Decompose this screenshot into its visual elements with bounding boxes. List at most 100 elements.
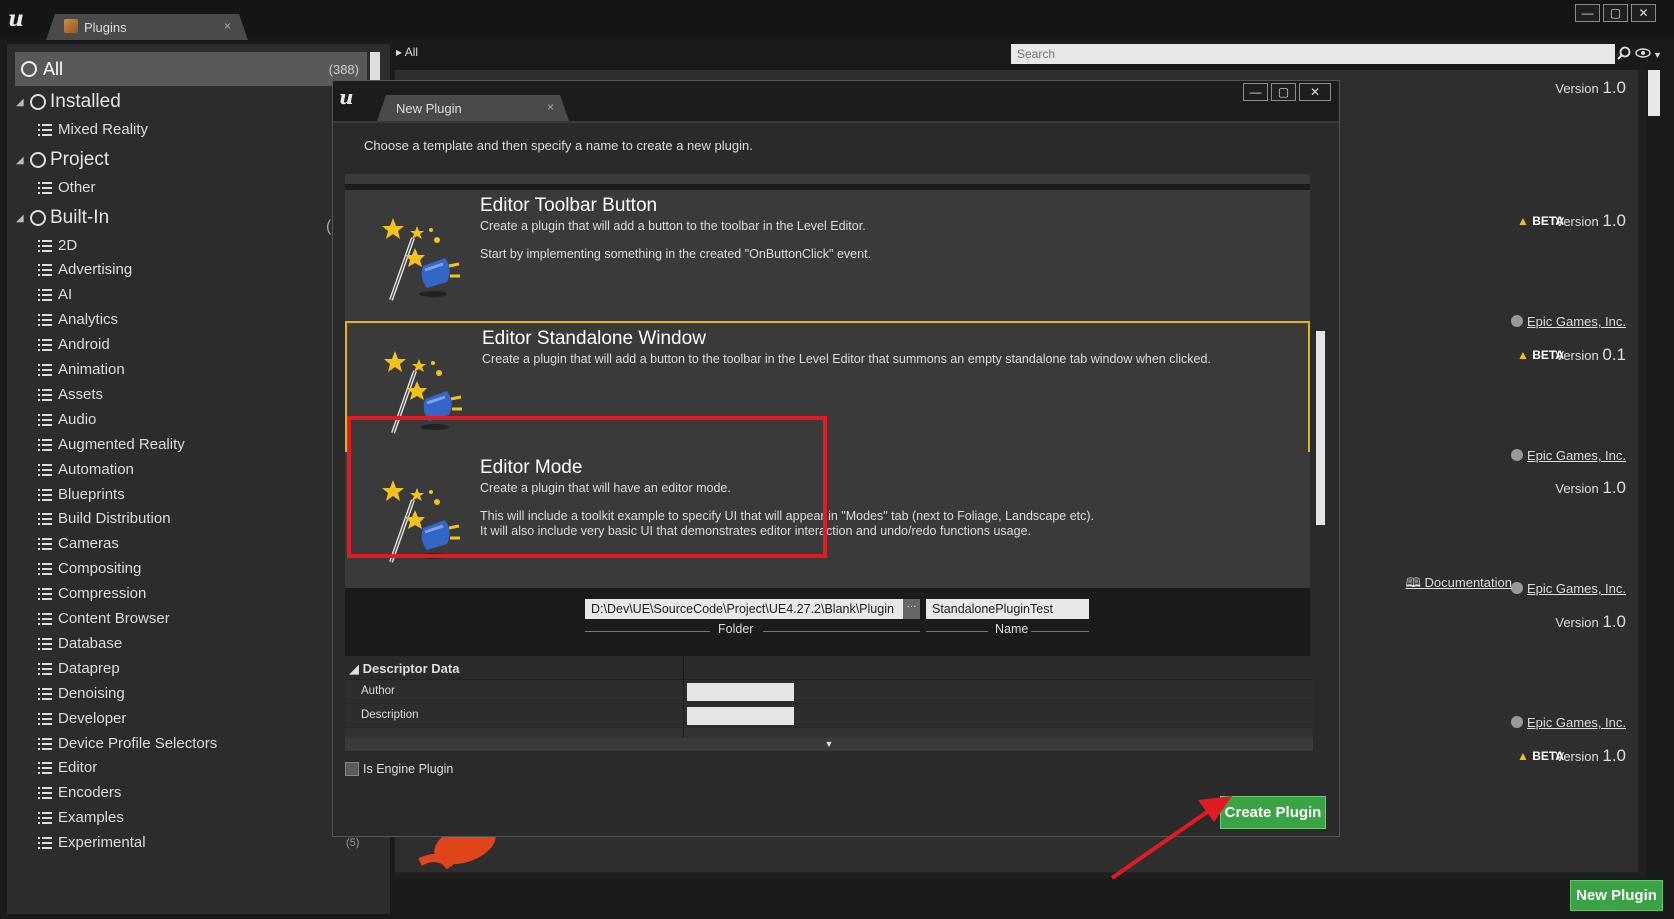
description-input[interactable] [687,707,794,725]
sidebar-item-2d[interactable]: 2D [38,234,77,256]
plugins-tab[interactable]: Plugins × [46,14,248,40]
sidebar-item-experimental[interactable]: Experimental (5) [38,832,359,854]
category-group-installed[interactable]: ◢ Installed [16,89,121,115]
breadcrumb[interactable]: ▸ All [396,45,418,59]
new-plugin-button[interactable]: New Plugin [1570,880,1663,911]
sidebar-item-label: Device Profile Selectors [58,734,218,752]
folder-path-input[interactable]: D:\Dev\UE\SourceCode\Project\UE4.27.2\Bl… [585,599,920,619]
category-group-built-in[interactable]: ◢ Built-In [16,205,109,231]
close-tab-icon[interactable]: × [224,19,231,33]
engine-plugin-checkbox[interactable] [345,762,359,776]
browse-folder-button[interactable]: ··· [903,599,920,619]
version-number: 1.0 [1602,746,1626,765]
sidebar-item-ai[interactable]: AI [38,284,72,306]
show-more-chevron-icon[interactable]: ▼ [345,738,1313,751]
search-icon[interactable] [1617,46,1631,60]
sidebar-item-label: AI [58,286,73,304]
vendor-link[interactable]: Epic Games, Inc. [1511,581,1626,596]
sidebar-item-assets[interactable]: Assets [38,383,103,405]
sidebar-item-cameras[interactable]: Cameras [38,533,119,555]
template-item-editor-toolbar-button[interactable]: Editor Toolbar Button Create a plugin tha… [345,190,1310,326]
version-text: Version 1.0 [1555,612,1626,632]
sidebar-item-advertising[interactable]: Advertising [38,259,132,281]
sidebar-scrollbar[interactable] [370,52,380,82]
sidebar-item-analytics[interactable]: Analytics [38,309,118,331]
list-icon [38,488,52,501]
list-icon [38,288,52,302]
close-window-button[interactable]: ✕ [1631,4,1656,22]
sidebar-item-mixed-reality[interactable]: Mixed Reality [38,118,148,140]
sidebar-item-augmented-reality[interactable]: Augmented Reality [38,433,185,455]
sidebar-item-label: Build Distribution [58,510,171,528]
list-icon [38,438,52,451]
category-icon [30,210,46,226]
version-number: 1.0 [1602,612,1626,631]
sidebar-item-label: 2D [58,236,78,254]
sidebar-item-audio[interactable]: Audio [38,408,96,430]
sidebar-item-blueprints[interactable]: Blueprints [38,483,125,505]
folder-caption-line-right [763,631,920,632]
plugin-list-scrollbar[interactable] [1648,70,1660,116]
vendor-link[interactable]: Epic Games, Inc. [1511,314,1626,329]
sidebar-item-examples[interactable]: Examples(3) [38,807,359,829]
descriptor-data-header[interactable]: ◢ Descriptor Data [345,656,1313,680]
list-icon [38,338,52,352]
expand-arrow-icon[interactable]: ◢ [16,97,30,108]
minimize-button[interactable]: — [1575,4,1600,22]
sidebar-item-animation[interactable]: Animation [38,359,125,381]
category-icon [30,152,46,168]
chevron-down-icon[interactable]: ▼ [1653,50,1662,60]
engine-plugin-label: Is Engine Plugin [363,762,454,776]
breadcrumb-all[interactable]: All [405,45,418,59]
unreal-logo-icon: u [8,6,24,32]
sidebar-item-android[interactable]: Android [38,334,110,356]
vendor-link[interactable]: Epic Games, Inc. [1511,715,1626,730]
expand-arrow-icon[interactable]: ◢ [16,213,30,224]
author-label: Author [361,685,395,697]
list-icon [38,123,52,136]
sidebar-item-encoders[interactable]: Encoders [38,782,121,804]
previous-template-edge[interactable] [345,174,1310,184]
sidebar-item-label: Compression [58,585,147,603]
list-icon [38,181,52,194]
sidebar-item-other[interactable]: Other [38,176,96,198]
vendor-link[interactable]: Epic Games, Inc. [1511,448,1626,463]
category-all[interactable]: All (388) [15,52,367,86]
sidebar-item-content-browser[interactable]: Content Browser [38,608,170,630]
warning-icon: ▲ [1516,348,1529,362]
author-input[interactable] [687,683,794,701]
expand-arrow-icon[interactable]: ◢ [16,155,30,166]
engine-plugin-option[interactable]: Is Engine Plugin [345,762,453,776]
close-tab-icon[interactable]: × [547,100,554,114]
title-bar [0,0,1674,38]
documentation-link[interactable]: 🕮 Documentation [1406,574,1512,596]
folder-caption-line-left [585,631,710,632]
globe-icon [1511,582,1524,594]
descriptor-data-panel: ◢ Descriptor Data Author Description ▼ [345,656,1313,751]
sidebar-item-label: Audio [58,410,97,428]
globe-icon [1511,716,1524,728]
list-icon [38,313,52,327]
sidebar-item-database[interactable]: Database [38,632,122,654]
search-input[interactable] [1011,44,1615,64]
view-options-icon[interactable] [1635,48,1651,58]
list-icon [38,761,52,775]
sidebar-item-compression[interactable]: Compression [38,583,146,605]
template-list-scrollbar[interactable] [1316,331,1325,525]
dialog-close-button[interactable]: ✕ [1299,83,1331,101]
new-plugin-tab[interactable]: New Plugin × [377,95,569,121]
sidebar-item-dataprep[interactable]: Dataprep [38,657,120,679]
dialog-minimize-button[interactable]: — [1243,83,1268,101]
sidebar-item-device-profile-selectors[interactable]: Device Profile Selectors [38,732,217,754]
maximize-button[interactable]: ▢ [1603,4,1628,22]
sidebar-item-developer[interactable]: Developer [38,707,126,729]
sidebar-item-build-distribution[interactable]: Build Distribution [38,508,171,530]
sidebar-item-editor[interactable]: Editor [38,757,97,779]
template-list: Editor Toolbar Button Create a plugin tha… [345,174,1310,668]
dialog-maximize-button[interactable]: ▢ [1271,83,1296,101]
category-group-project[interactable]: ◢ Project [16,147,109,173]
sidebar-item-compositing[interactable]: Compositing [38,558,141,580]
sidebar-item-denoising[interactable]: Denoising [38,682,125,704]
sidebar-item-automation[interactable]: Automation [38,458,134,480]
plugin-name-input[interactable]: StandalonePluginTest [926,599,1089,619]
